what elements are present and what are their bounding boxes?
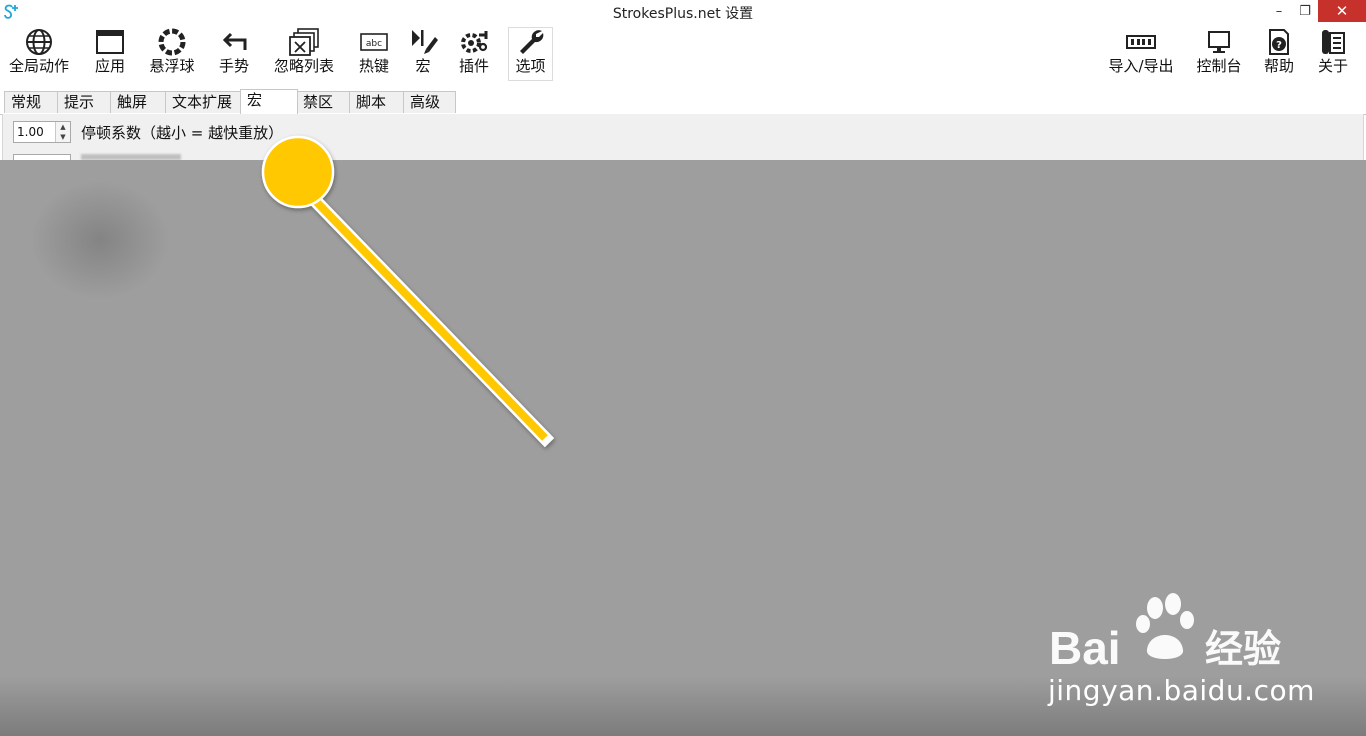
keyboard-icon: abc	[358, 27, 390, 57]
main-toolbar: 全局动作 应用 悬浮球 手势 忽略列表 abc 热键 宏 插件 选项 导入/导出…	[0, 24, 1366, 88]
toolbar-hotkeys[interactable]: abc 热键	[354, 27, 394, 81]
pause-factor-label: 停顿系数（越小 = 越快重放）	[81, 124, 284, 142]
plugin-icon	[458, 27, 490, 57]
globe-icon	[23, 27, 55, 57]
toolbar-label: 宏	[415, 57, 431, 75]
svg-text:?: ?	[1276, 40, 1282, 51]
ring-icon	[156, 27, 188, 57]
pause-factor-spinner[interactable]: 1.00 ▲ ▼	[13, 121, 71, 143]
toolbar-apps[interactable]: 应用	[90, 27, 130, 81]
toolbar-label: 热键	[358, 57, 389, 75]
import-export-icon	[1125, 27, 1157, 57]
tab-scripts[interactable]: 脚本	[349, 91, 405, 113]
toolbar-console[interactable]: 控制台	[1194, 27, 1244, 81]
toolbar-label: 导入/导出	[1108, 57, 1174, 75]
toolbar-label: 悬浮球	[149, 57, 195, 75]
tab-macros[interactable]: 宏	[240, 89, 298, 114]
macro-settings-panel: 1.00 ▲ ▼ 停顿系数（越小 = 越快重放）	[2, 114, 1364, 162]
close-button[interactable]: ✕	[1318, 0, 1366, 22]
toolbar-macros[interactable]: 宏	[406, 27, 440, 81]
baidu-watermark-url: jingyan.baidu.com	[1048, 674, 1315, 707]
tab-touch[interactable]: 触屏	[110, 91, 166, 113]
toolbar-import-export[interactable]: 导入/导出	[1104, 27, 1178, 81]
settings-tabs: 常规 提示 触屏 文本扩展 宏 禁区 脚本 高级	[0, 89, 1366, 115]
window-title: StrokesPlus.net 设置	[612, 6, 754, 22]
minimize-button[interactable]: –	[1266, 0, 1292, 22]
restore-button[interactable]: ❐	[1292, 0, 1318, 22]
keyboard-icon-text: abc	[366, 39, 382, 49]
toolbar-label: 关于	[1317, 57, 1348, 75]
toolbar-label: 帮助	[1263, 57, 1294, 75]
spin-down-button[interactable]: ▼	[55, 132, 70, 142]
tab-general[interactable]: 常规	[4, 91, 58, 113]
monitor-icon	[1203, 27, 1235, 57]
toolbar-about[interactable]: 关于	[1314, 27, 1352, 81]
toolbar-plugins[interactable]: 插件	[454, 27, 494, 81]
tab-restricted-zones[interactable]: 禁区	[296, 91, 350, 113]
toolbar-label: 全局动作	[8, 57, 69, 75]
toolbar-label: 手势	[218, 57, 249, 75]
toolbar-ignore-list[interactable]: 忽略列表	[270, 27, 338, 81]
toolbar-label: 应用	[94, 57, 125, 75]
toolbar-global-actions[interactable]: 全局动作	[6, 27, 72, 81]
toolbar-help[interactable]: ? 帮助	[1260, 27, 1298, 81]
title-bar: StrokesPlus.net 设置 – ❐ ✕	[0, 0, 1366, 25]
ignore-list-icon	[288, 27, 320, 57]
toolbar-label: 插件	[458, 57, 489, 75]
toolbar-label: 控制台	[1196, 57, 1242, 75]
tab-advanced[interactable]: 高级	[403, 91, 456, 113]
macro-icon	[407, 27, 439, 57]
gesture-arrow-icon	[218, 27, 250, 57]
blurred-content	[30, 180, 170, 300]
about-icon	[1317, 27, 1349, 57]
tab-hints[interactable]: 提示	[57, 91, 111, 113]
tab-text-expansion[interactable]: 文本扩展	[165, 91, 241, 113]
toolbar-gestures[interactable]: 手势	[214, 27, 254, 81]
toolbar-label: 忽略列表	[273, 57, 334, 75]
toolbar-floater[interactable]: 悬浮球	[146, 27, 198, 81]
help-icon: ?	[1263, 27, 1295, 57]
toolbar-label: 选项	[515, 57, 546, 75]
wrench-icon	[515, 27, 547, 57]
pause-factor-value[interactable]: 1.00	[17, 125, 44, 139]
window-icon	[94, 27, 126, 57]
svg-text:Bai: Bai	[1049, 622, 1121, 674]
toolbar-options[interactable]: 选项	[508, 27, 553, 81]
svg-text:经验: 经验	[1205, 627, 1281, 671]
